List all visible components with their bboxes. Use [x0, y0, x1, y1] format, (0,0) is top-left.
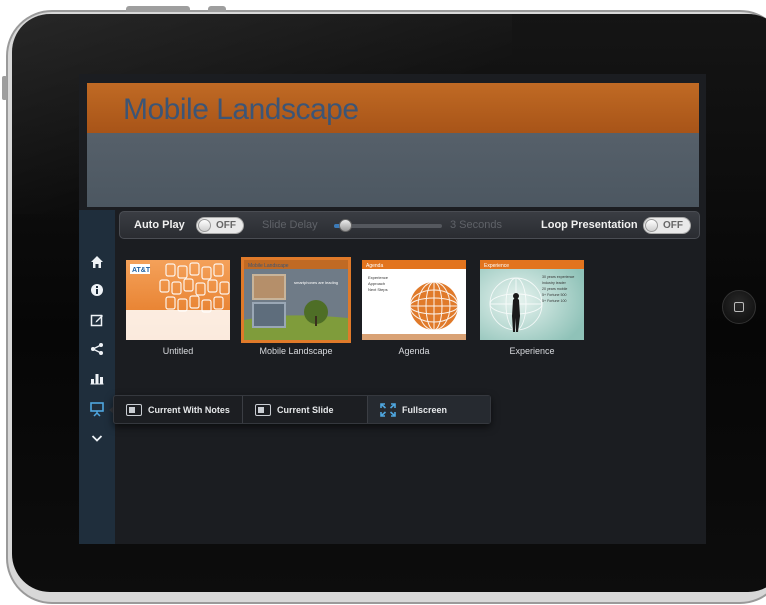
menu-item-current-with-notes[interactable]: Current With Notes: [114, 396, 242, 423]
slide-delay-knob[interactable]: [339, 219, 352, 232]
sidebar: [79, 210, 115, 544]
chevron-down-icon: [91, 435, 103, 442]
power-button: [126, 6, 190, 12]
slide-body: [87, 133, 699, 207]
agenda-thumb-header: Agenda: [366, 263, 383, 269]
auto-play-toggle[interactable]: OFF: [196, 217, 244, 234]
thumbnail-image: Mobile Landscape smartphones are leading: [241, 257, 351, 343]
playback-control-bar: Auto Play OFF Slide Delay 3 Seconds Loop…: [119, 211, 700, 239]
agenda-bullet: Next Steps: [368, 287, 388, 292]
chart-icon: [90, 374, 104, 385]
sidebar-item-edit[interactable]: [83, 307, 111, 333]
home-button[interactable]: [722, 290, 756, 324]
menu-item-current-slide[interactable]: Current Slide: [243, 396, 367, 423]
side-switch: [2, 76, 7, 100]
untitled-logo-text: AT&T: [132, 267, 151, 274]
menu-item-fullscreen[interactable]: Fullscreen: [368, 396, 490, 423]
thumbnail-label: Untitled: [162, 346, 194, 356]
slide-delay-label: Slide Delay: [262, 219, 318, 231]
app-screen: Mobile Landscape Auto Play OFF Slide Del…: [79, 74, 706, 544]
slide-thumbnail-mobile-landscape[interactable]: Mobile Landscape smartphones are leading…: [241, 257, 351, 356]
experience-bullet: 20 years mobile: [542, 287, 567, 291]
slide-thumbnail-untitled[interactable]: AT&T Untitled: [126, 260, 230, 356]
home-square-icon: [734, 302, 744, 312]
slide-thumbnail-experience[interactable]: Experience 30 years experience Industry …: [480, 260, 584, 356]
experience-thumb-header: Experience: [484, 263, 509, 269]
auto-play-label: Auto Play: [134, 219, 185, 231]
home-icon: [91, 256, 103, 268]
slide-thumbnail-agenda[interactable]: Agenda Experience Approach Next Steps Ag…: [362, 260, 466, 356]
fullscreen-icon: [380, 402, 396, 417]
edit-icon: [90, 314, 103, 327]
slide-delay-value: 3 Seconds: [450, 219, 502, 231]
toggle-knob: [645, 219, 658, 232]
mobile-thumb-header: Mobile Landscape: [248, 263, 289, 269]
agenda-bullet: Approach: [368, 281, 385, 286]
thumbnail-label: Agenda: [398, 346, 430, 356]
thumbnail-image: Agenda Experience Approach Next Steps: [362, 260, 466, 340]
experience-bullet: 5+ Fortune 500: [542, 293, 566, 297]
agenda-thumbnail-art: Agenda Experience Approach Next Steps: [362, 260, 466, 340]
top-button: [208, 6, 226, 12]
mobile-landscape-thumbnail-art: Mobile Landscape smartphones are leading: [244, 260, 348, 340]
experience-bullet: 5+ Fortune 100: [542, 299, 566, 303]
thumbnail-label: Mobile Landscape: [259, 346, 333, 356]
mobile-thumb-caption: smartphones are leading: [294, 280, 338, 285]
sidebar-item-present[interactable]: [83, 396, 111, 422]
thumbnail-image: AT&T: [126, 260, 230, 340]
slide-view-icon: [255, 403, 271, 416]
info-icon: [91, 284, 103, 296]
menu-item-label: Fullscreen: [402, 404, 448, 415]
toggle-knob: [198, 219, 211, 232]
slide-title: Mobile Landscape: [123, 93, 359, 126]
experience-bullet: Industry leader: [542, 281, 567, 285]
presentation-mode-menu: Current With Notes Current Slide Fullscr…: [113, 395, 491, 424]
notes-view-icon: [126, 403, 142, 416]
thumbnail-image: Experience 30 years experience Industry …: [480, 260, 584, 340]
thumbnail-label: Experience: [509, 346, 555, 356]
loop-state: OFF: [663, 220, 683, 231]
presentation-icon: [90, 402, 104, 417]
experience-bullet: 30 years experience: [542, 275, 574, 279]
auto-play-state: OFF: [216, 220, 236, 231]
sidebar-item-info[interactable]: [83, 277, 111, 303]
sidebar-item-analytics[interactable]: [83, 365, 111, 391]
loop-presentation-label: Loop Presentation: [541, 219, 638, 231]
sidebar-item-home[interactable]: [83, 249, 111, 275]
experience-thumbnail-art: Experience 30 years experience Industry …: [480, 260, 584, 340]
sidebar-item-share[interactable]: [83, 336, 111, 362]
share-icon: [91, 343, 103, 355]
loop-presentation-toggle[interactable]: OFF: [643, 217, 691, 234]
sidebar-item-more[interactable]: [83, 425, 111, 451]
menu-item-label: Current With Notes: [148, 404, 230, 415]
untitled-thumbnail-art: AT&T: [126, 260, 230, 340]
menu-item-label: Current Slide: [277, 404, 334, 415]
slide-title-bar: Mobile Landscape: [87, 83, 699, 133]
agenda-bullet: Experience: [368, 275, 389, 280]
